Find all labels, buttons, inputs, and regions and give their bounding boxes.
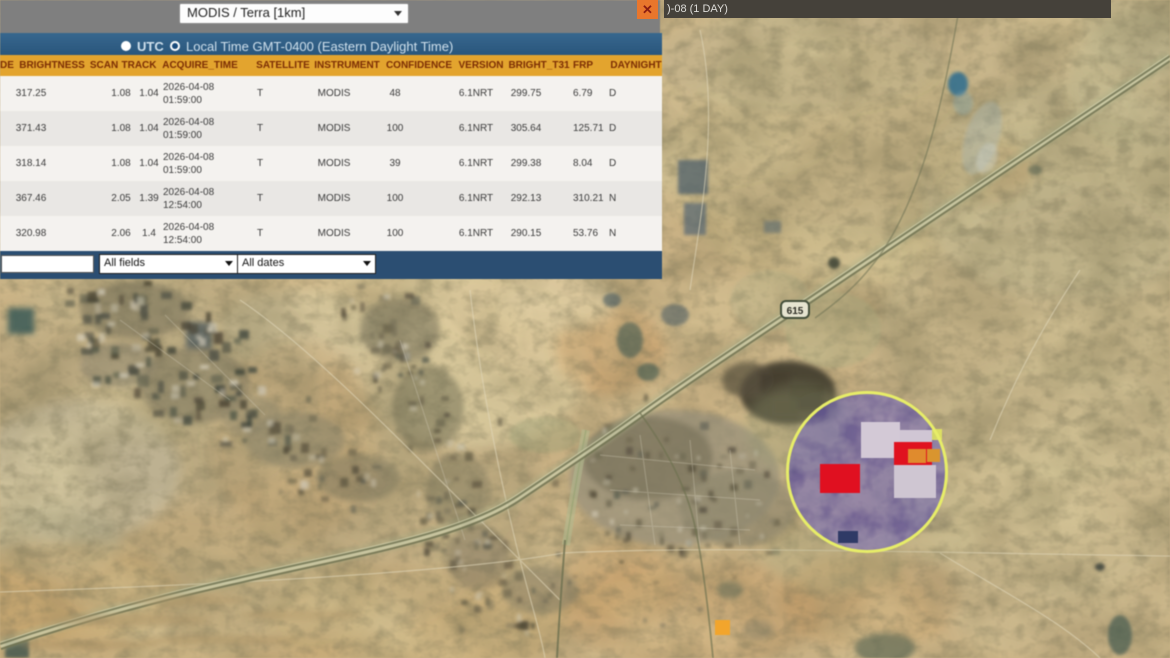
svg-text:615: 615 <box>787 306 804 317</box>
